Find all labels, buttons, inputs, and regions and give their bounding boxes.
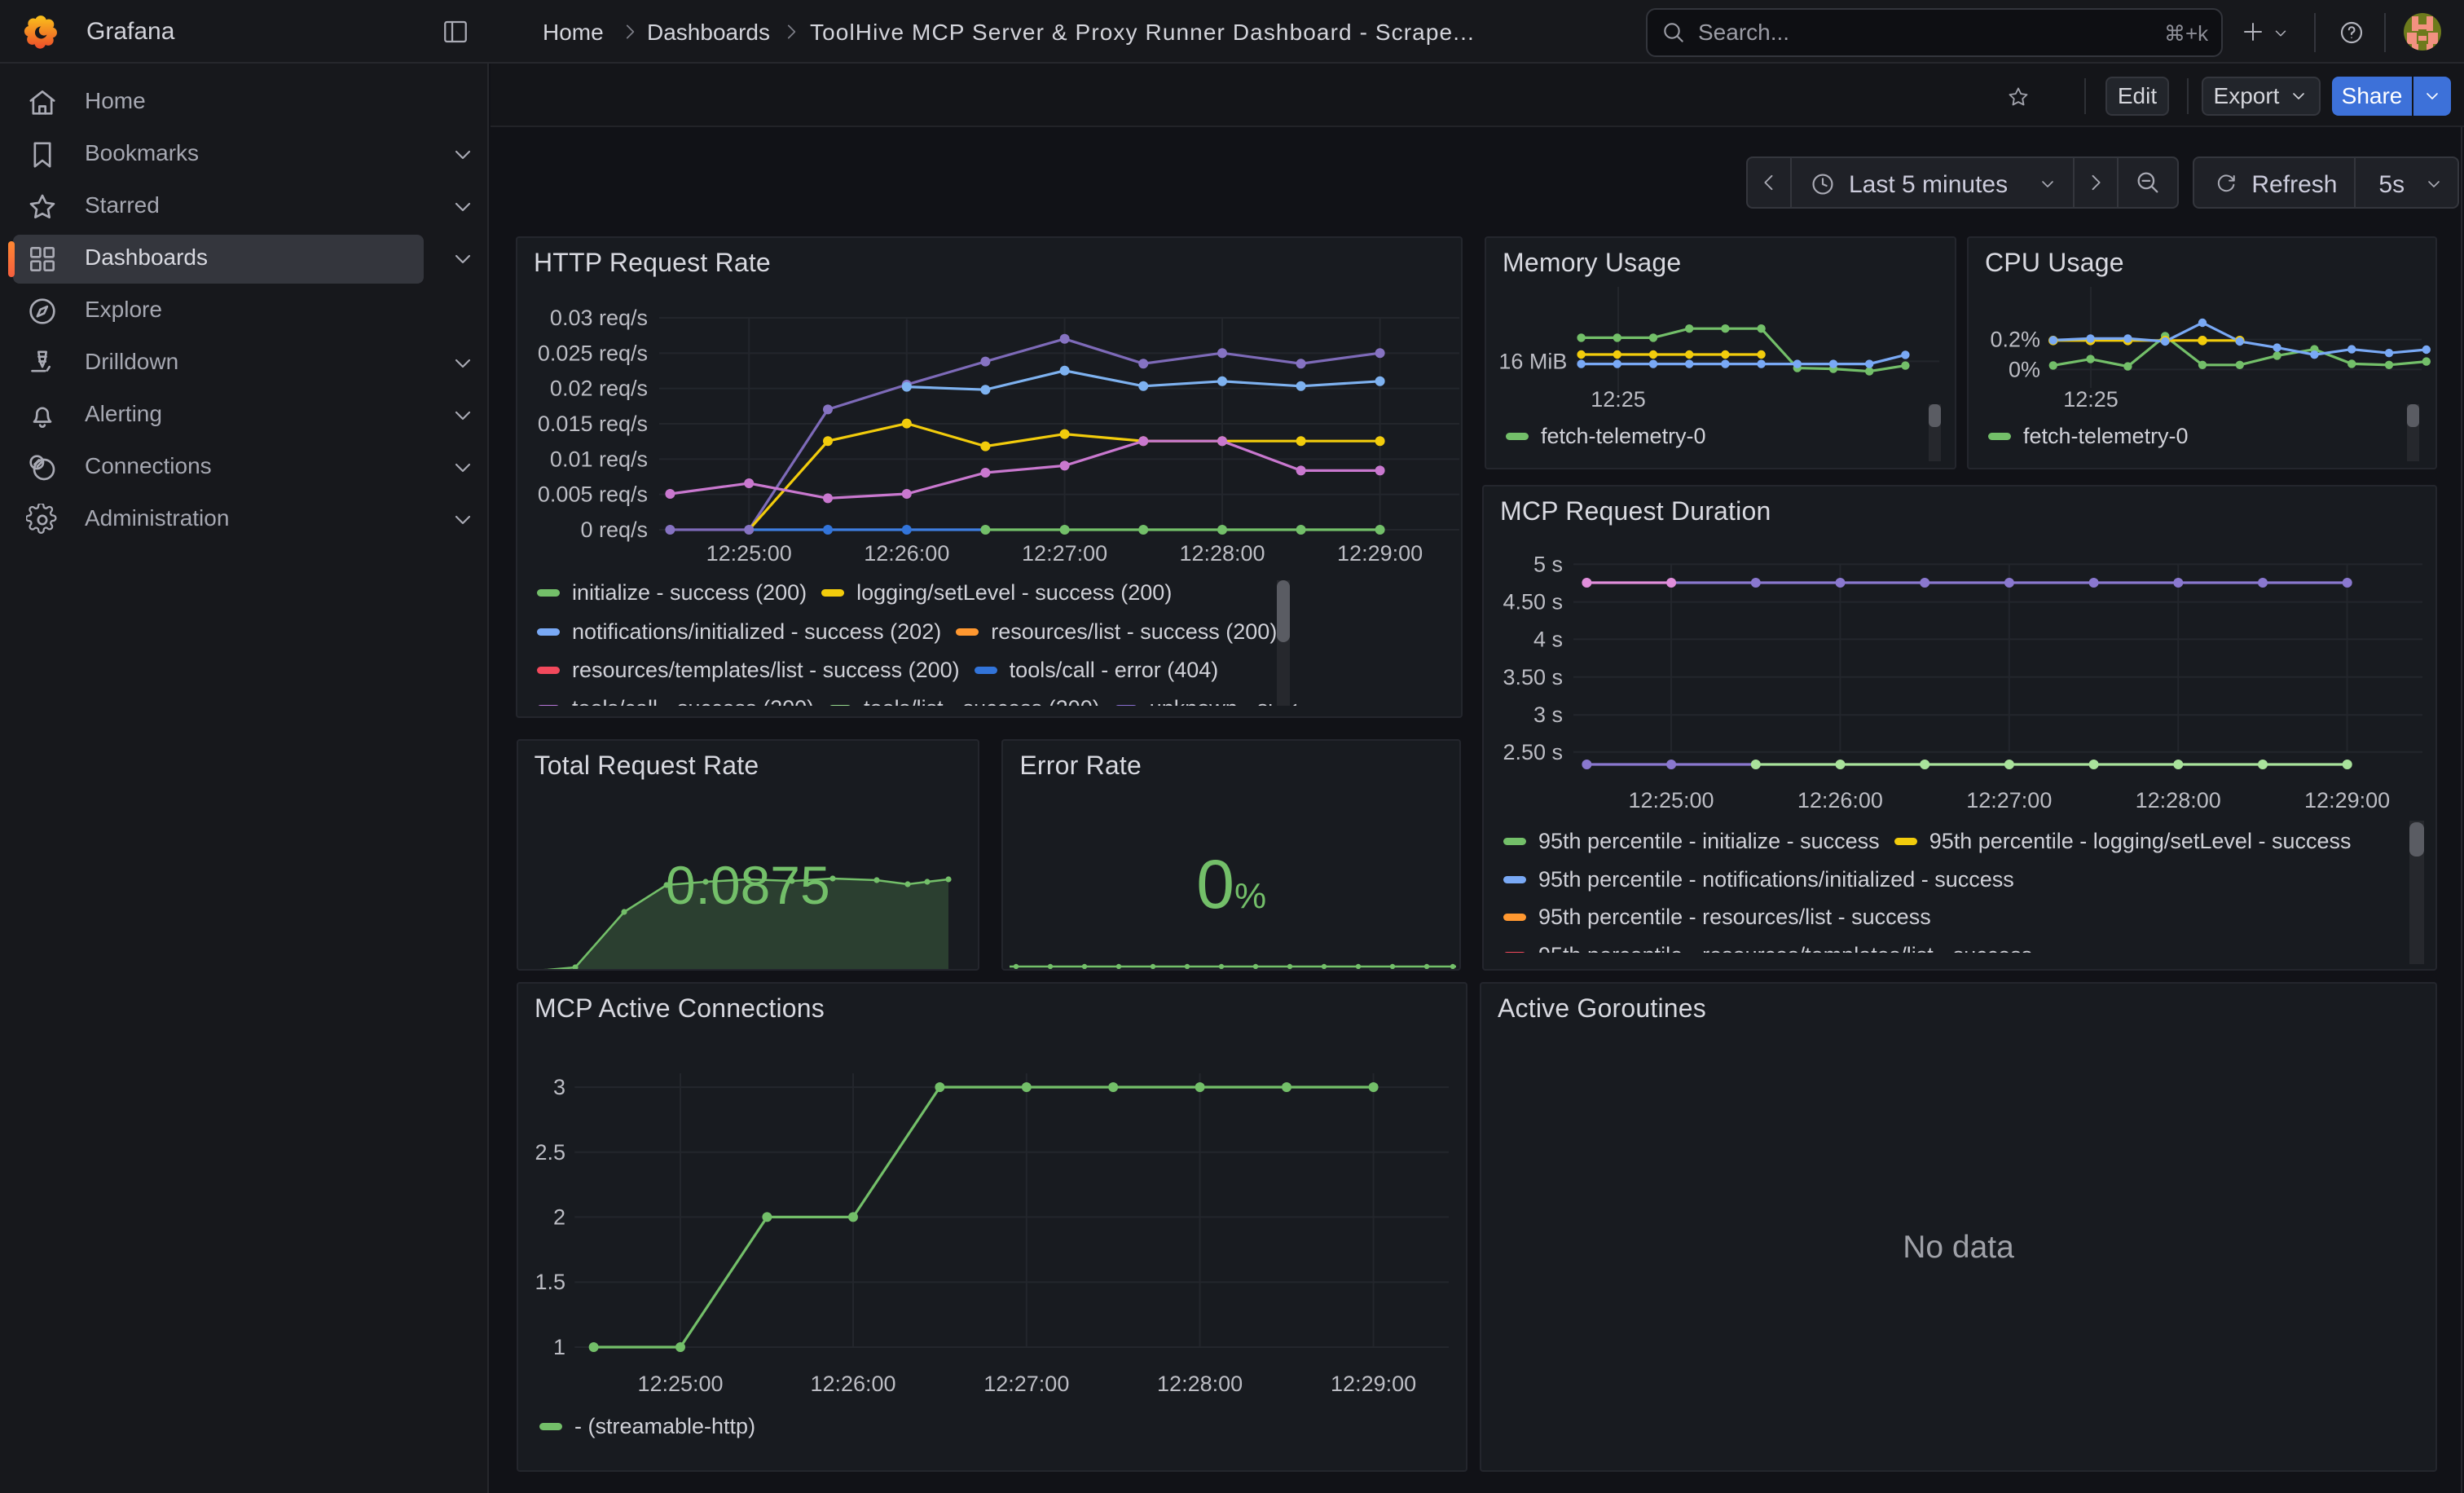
svg-text:0.005 req/s: 0.005 req/s bbox=[538, 482, 648, 507]
svg-text:12:25:00: 12:25:00 bbox=[706, 541, 792, 566]
svg-text:12:29:00: 12:29:00 bbox=[2304, 788, 2390, 813]
svg-text:2.50 s: 2.50 s bbox=[1503, 740, 1563, 764]
svg-text:0.025 req/s: 0.025 req/s bbox=[538, 341, 648, 365]
svg-text:5 s: 5 s bbox=[1533, 552, 1563, 576]
svg-text:12:28:00: 12:28:00 bbox=[2136, 788, 2221, 813]
svg-text:12:27:00: 12:27:00 bbox=[1966, 788, 2052, 813]
svg-text:12:29:00: 12:29:00 bbox=[1331, 1372, 1416, 1396]
svg-text:12:28:00: 12:28:00 bbox=[1157, 1372, 1243, 1396]
svg-text:0%: 0% bbox=[2009, 357, 2040, 381]
svg-text:1: 1 bbox=[553, 1335, 565, 1359]
svg-text:12:26:00: 12:26:00 bbox=[1797, 788, 1883, 813]
svg-text:4 s: 4 s bbox=[1533, 627, 1563, 651]
svg-text:0.01 req/s: 0.01 req/s bbox=[550, 447, 648, 471]
svg-text:12:27:00: 12:27:00 bbox=[983, 1372, 1069, 1396]
svg-text:12:26:00: 12:26:00 bbox=[810, 1372, 895, 1396]
svg-text:12:25: 12:25 bbox=[2063, 387, 2119, 412]
svg-text:0.02 req/s: 0.02 req/s bbox=[550, 377, 648, 401]
svg-text:2.5: 2.5 bbox=[535, 1140, 565, 1165]
svg-text:12:28:00: 12:28:00 bbox=[1179, 541, 1265, 566]
svg-text:12:25: 12:25 bbox=[1591, 387, 1646, 412]
svg-text:0.03 req/s: 0.03 req/s bbox=[550, 306, 648, 330]
svg-text:0.2%: 0.2% bbox=[1990, 328, 2040, 352]
svg-text:12:25:00: 12:25:00 bbox=[1628, 788, 1714, 813]
svg-text:1.5: 1.5 bbox=[535, 1270, 565, 1294]
svg-text:12:25:00: 12:25:00 bbox=[637, 1372, 723, 1396]
svg-text:12:29:00: 12:29:00 bbox=[1337, 541, 1423, 566]
svg-text:3: 3 bbox=[553, 1075, 565, 1099]
svg-text:0 req/s: 0 req/s bbox=[580, 517, 648, 542]
svg-text:3 s: 3 s bbox=[1533, 702, 1563, 727]
svg-text:3.50 s: 3.50 s bbox=[1503, 665, 1563, 689]
svg-text:12:26:00: 12:26:00 bbox=[864, 541, 949, 566]
svg-text:4.50 s: 4.50 s bbox=[1503, 590, 1563, 614]
svg-text:0.015 req/s: 0.015 req/s bbox=[538, 412, 648, 436]
svg-text:16 MiB: 16 MiB bbox=[1498, 349, 1567, 373]
svg-text:2: 2 bbox=[553, 1205, 565, 1229]
svg-text:12:27:00: 12:27:00 bbox=[1022, 541, 1107, 566]
